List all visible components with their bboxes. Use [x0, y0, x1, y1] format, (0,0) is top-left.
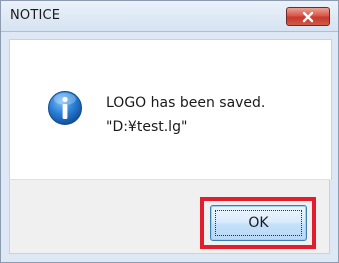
title-bar[interactable]: NOTICE	[1, 1, 338, 32]
close-button[interactable]	[286, 7, 330, 26]
notice-dialog: NOTICE LOGO has been saved. "D:¥test.lg"	[0, 0, 339, 263]
ok-button[interactable]: OK	[210, 205, 307, 241]
info-icon	[48, 91, 82, 125]
message-area: LOGO has been saved. "D:¥test.lg"	[9, 39, 332, 180]
ok-button-label: OK	[248, 215, 269, 231]
close-icon	[302, 11, 314, 23]
window-title: NOTICE	[10, 8, 61, 23]
file-path-text: "D:¥test.lg"	[106, 119, 188, 135]
message-text: LOGO has been saved.	[106, 95, 266, 111]
button-bar: OK	[9, 179, 330, 254]
